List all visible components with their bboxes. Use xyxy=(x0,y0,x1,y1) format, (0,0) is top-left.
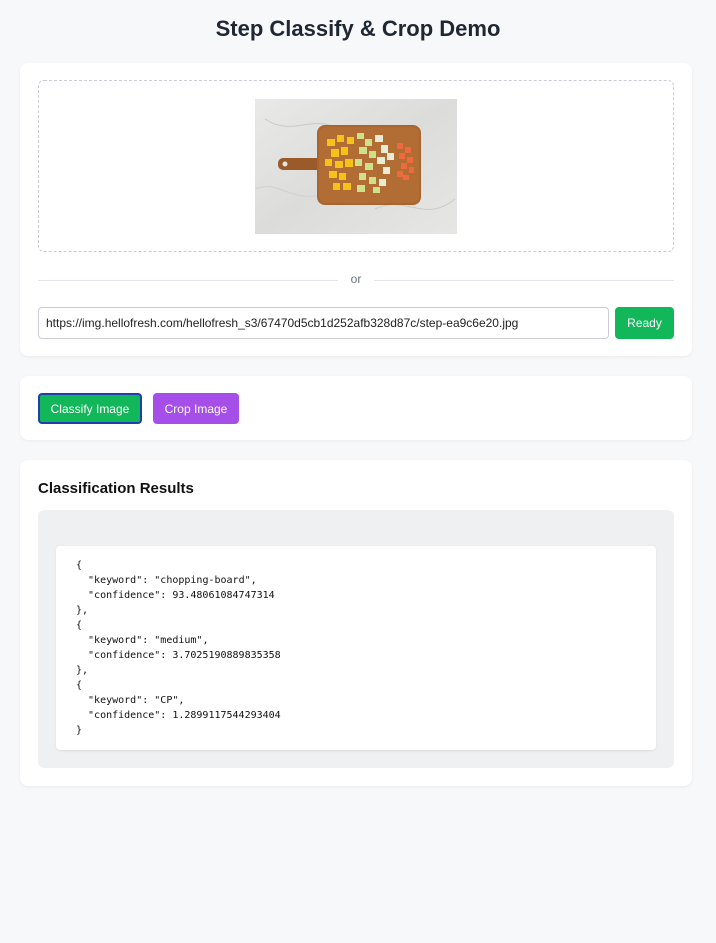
results-heading: Classification Results xyxy=(38,480,194,497)
divider-text: or xyxy=(350,272,362,286)
image-url-input[interactable] xyxy=(38,307,609,339)
result-keyword: CP xyxy=(160,695,173,706)
result-confidence: 1.2899117544293404 xyxy=(172,710,281,721)
result-confidence: 3.7025190889835358 xyxy=(172,650,281,661)
ready-button[interactable]: Ready xyxy=(615,307,674,339)
crop-image-button[interactable]: Crop Image xyxy=(153,393,239,424)
results-json: { "keyword": "chopping-board", "confiden… xyxy=(76,560,281,736)
classify-image-button[interactable]: Classify Image xyxy=(38,393,142,424)
or-divider: or xyxy=(38,270,674,290)
results-panel: { "keyword": "chopping-board", "confiden… xyxy=(38,510,674,768)
preview-image xyxy=(255,99,457,234)
result-keyword: medium xyxy=(160,635,197,646)
results-card: Classification Results { "keyword": "cho… xyxy=(20,460,692,786)
page-title: Step Classify & Crop Demo xyxy=(215,16,501,41)
results-json-box: { "keyword": "chopping-board", "confiden… xyxy=(56,546,656,750)
image-dropzone[interactable] xyxy=(38,80,674,252)
actions-card: Classify Image Crop Image xyxy=(20,376,692,440)
upload-card: or Ready xyxy=(20,63,692,356)
json-open: { xyxy=(76,560,83,571)
result-keyword: chopping-board xyxy=(160,575,245,586)
divider-line-right xyxy=(374,280,674,281)
result-confidence: 93.48061084747314 xyxy=(172,590,275,601)
